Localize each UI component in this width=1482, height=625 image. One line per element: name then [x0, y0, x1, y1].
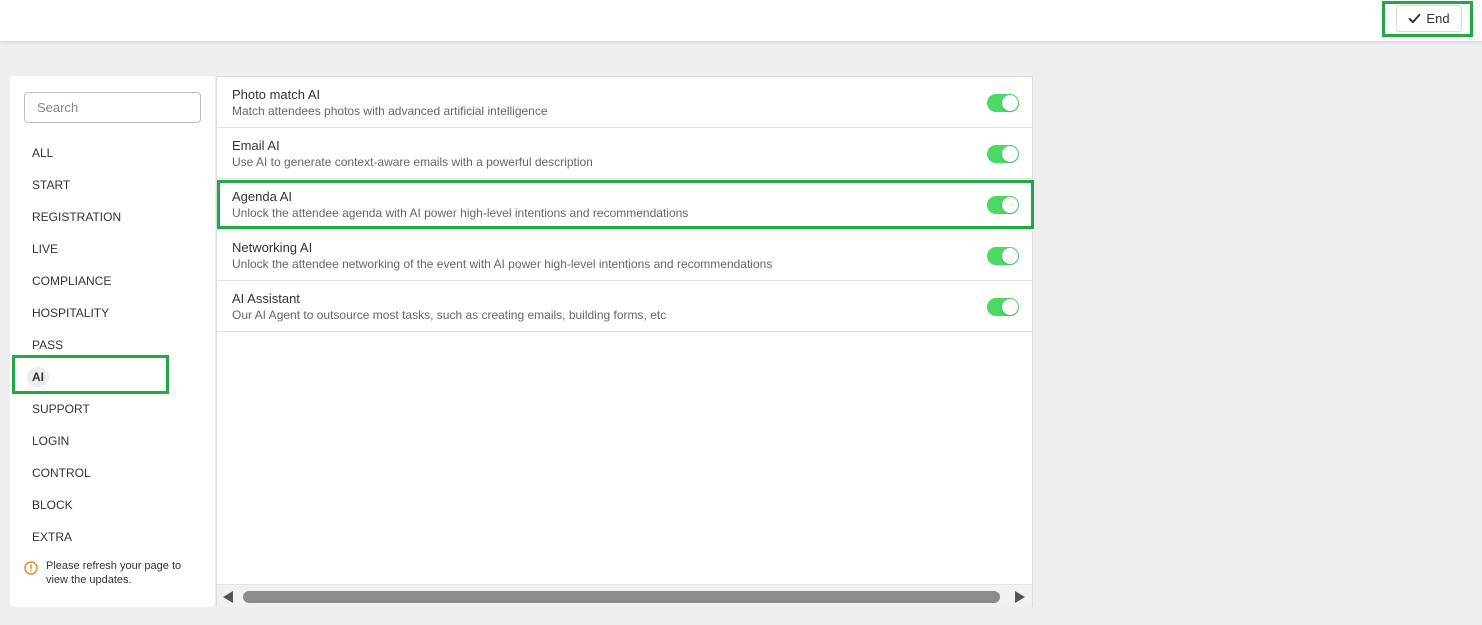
- feature-row-ai-assistant: AI Assistant Our AI Agent to outsource m…: [217, 281, 1032, 332]
- feature-description: Match attendees photos with advanced art…: [232, 104, 548, 118]
- category-list: ALL START REGISTRATION LIVE COMPLIANCE H…: [10, 137, 215, 553]
- feature-row-networking-ai: Networking AI Unlock the attendee networ…: [217, 230, 1032, 281]
- refresh-notice-text: Please refresh your page to view the upd…: [46, 560, 182, 586]
- toggle-knob: [1002, 95, 1018, 111]
- toggle-knob: [1002, 248, 1018, 264]
- features-panel: Photo match AI Match attendees photos wi…: [216, 76, 1033, 607]
- sidebar-item-label: BLOCK: [32, 498, 73, 512]
- check-icon: [1409, 13, 1421, 24]
- feature-description: Use AI to generate context-aware emails …: [232, 155, 593, 169]
- search-input[interactable]: [24, 92, 201, 123]
- sidebar-item-label: CONTROL: [32, 466, 91, 480]
- sidebar-item-extra[interactable]: EXTRA: [10, 521, 215, 553]
- sidebar-item-label: START: [32, 178, 71, 192]
- feature-toggle[interactable]: [987, 247, 1019, 265]
- ai-item-highlight: [12, 355, 169, 394]
- sidebar-item-compliance[interactable]: COMPLIANCE: [10, 265, 215, 297]
- scrollbar-thumb[interactable]: [243, 591, 1000, 603]
- feature-title: Photo match AI: [232, 87, 321, 102]
- sidebar-item-label: ALL: [32, 146, 54, 160]
- sidebar-item-label: LIVE: [32, 242, 59, 256]
- sidebar-item-registration[interactable]: REGISTRATION: [10, 201, 215, 233]
- category-sidebar: ALL START REGISTRATION LIVE COMPLIANCE H…: [10, 76, 215, 607]
- sidebar-item-all[interactable]: ALL: [10, 137, 215, 169]
- sidebar-item-label: HOSPITALITY: [32, 306, 110, 320]
- feature-toggle[interactable]: [987, 145, 1019, 163]
- sidebar-item-label: LOGIN: [32, 434, 70, 448]
- feature-row-photo-match-ai: Photo match AI Match attendees photos wi…: [217, 77, 1032, 128]
- scroll-right-arrow-icon[interactable]: [1015, 591, 1025, 603]
- info-icon: [24, 561, 38, 575]
- toggle-knob: [1002, 299, 1018, 315]
- feature-title: AI Assistant: [232, 291, 300, 306]
- sidebar-item-label: EXTRA: [32, 530, 73, 544]
- sidebar-item-label: REGISTRATION: [32, 210, 122, 224]
- sidebar-item-start[interactable]: START: [10, 169, 215, 201]
- end-button[interactable]: End: [1396, 5, 1462, 32]
- horizontal-scrollbar[interactable]: [217, 584, 1032, 607]
- feature-title: Email AI: [232, 138, 280, 153]
- sidebar-item-label: COMPLIANCE: [32, 274, 112, 288]
- sidebar-item-support[interactable]: SUPPORT: [10, 393, 215, 425]
- sidebar-item-label: PASS: [32, 338, 64, 352]
- refresh-notice: Please refresh your page to view the upd…: [24, 559, 204, 587]
- agenda-row-highlight: [217, 180, 1034, 229]
- top-bar: [0, 0, 1482, 41]
- sidebar-item-login[interactable]: LOGIN: [10, 425, 215, 457]
- feature-description: Our AI Agent to outsource most tasks, su…: [232, 308, 667, 322]
- end-button-label: End: [1426, 11, 1450, 26]
- sidebar-item-block[interactable]: BLOCK: [10, 489, 215, 521]
- feature-description: Unlock the attendee networking of the ev…: [232, 257, 773, 271]
- toggle-knob: [1002, 146, 1018, 162]
- sidebar-item-control[interactable]: CONTROL: [10, 457, 215, 489]
- sidebar-item-label: SUPPORT: [32, 402, 90, 416]
- sidebar-item-live[interactable]: LIVE: [10, 233, 215, 265]
- feature-toggle[interactable]: [987, 298, 1019, 316]
- sidebar-item-hospitality[interactable]: HOSPITALITY: [10, 297, 215, 329]
- feature-title: Networking AI: [232, 240, 313, 255]
- feature-row-email-ai: Email AI Use AI to generate context-awar…: [217, 128, 1032, 179]
- scroll-left-arrow-icon[interactable]: [223, 591, 233, 603]
- feature-toggle[interactable]: [987, 94, 1019, 112]
